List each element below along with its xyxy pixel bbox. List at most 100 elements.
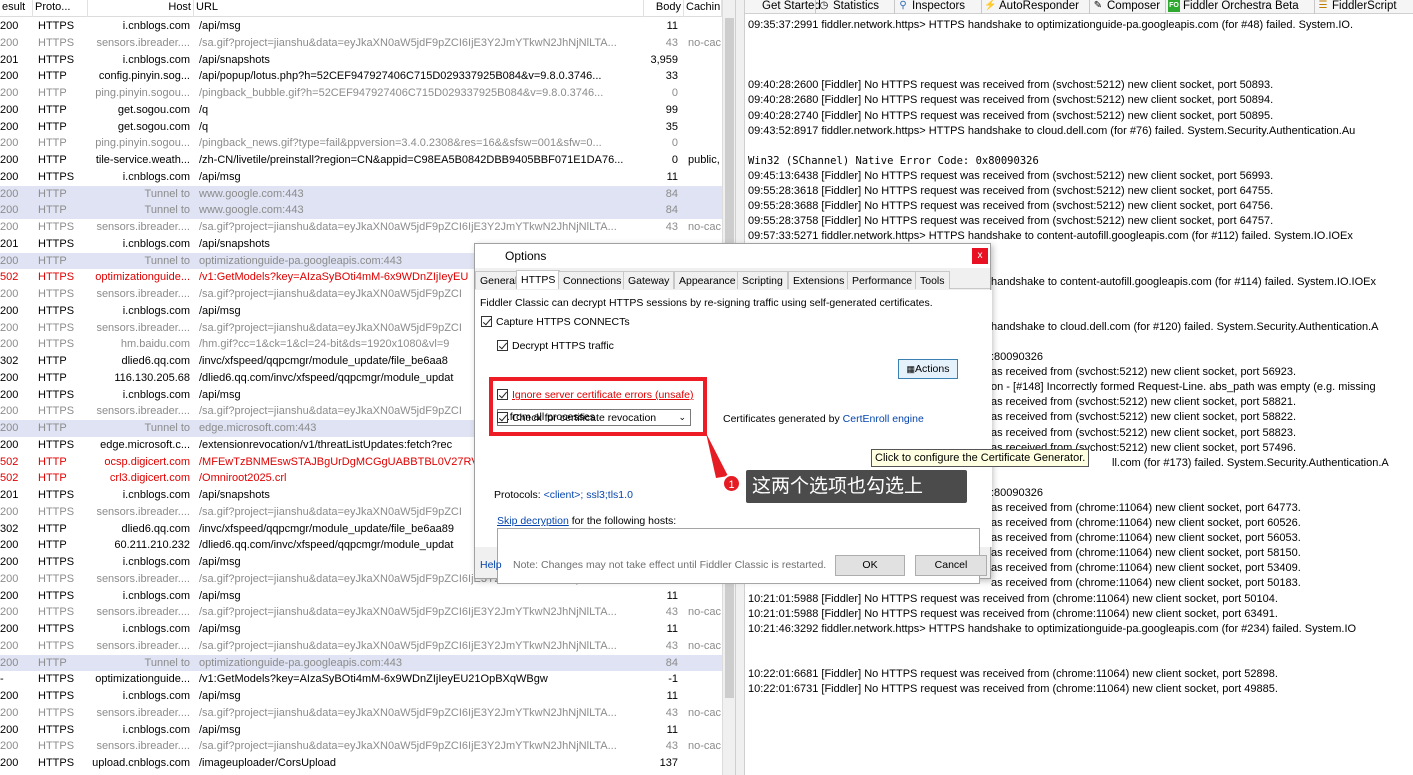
tab-gateway[interactable]: Gateway [623,271,675,289]
tab-scripting[interactable]: Scripting [737,271,788,289]
tab-inspectors[interactable]: ⚲ Inspectors [894,0,965,14]
table-row[interactable]: 200 HTTPS sensors.ibreader.... /sa.gif?proj… [0,705,722,722]
url-cell: /api/msg [199,723,241,736]
protocol-cell: HTTP [38,187,67,200]
tab-tools[interactable]: Tools [915,271,950,289]
tab-connections[interactable]: Connections [558,271,627,289]
body-cell: 43 [665,221,678,233]
decrypt-https-checkbox[interactable]: Decrypt HTTPS traffic [497,340,614,353]
protocol-cell: HTTPS [38,489,75,501]
certenroll-link[interactable]: CertEnroll engine [843,413,924,425]
protocols-link[interactable]: <client>; ssl3;tls1.0 [544,489,633,501]
host-cell: optimizationguide... [95,673,190,686]
tab-extensions[interactable]: Extensions [788,271,850,289]
help-link[interactable]: Help [480,559,502,571]
log-line: 09:55:28:3758 [Fiddler] No HTTPS request… [748,215,1274,228]
table-row[interactable]: - HTTPS optimizationguide... /v1:GetModels?… [0,671,722,688]
table-row[interactable]: 200 HTTP get.sogou.com/q 35 [0,119,722,136]
host-cell: sensors.ibreader.... [96,639,190,652]
host-cell: Tunnel to [144,656,190,669]
table-row[interactable]: 200 HTTPS sensors.ibreader.... /sa.gif?proj… [0,219,722,236]
protocol-cell: HTTP [38,204,67,217]
table-row[interactable]: 200 HTTP ping.pinyin.sogou... /pingback_new… [0,135,722,152]
column-caching[interactable]: Cachin [684,0,722,17]
protocol-cell: HTTP [38,254,67,267]
table-row[interactable]: 200 HTTP ping.pinyin.sogou... /pingback_bub… [0,85,722,102]
caching-cell: no-cac [688,221,722,233]
table-row[interactable]: 200 HTTP Tunnel to optimizationguide-pa.goo… [0,654,722,672]
url-cell: www.google.com:443 [199,204,304,217]
host-cell: edge.microsoft.c... [100,438,190,451]
table-row[interactable]: 200 HTTPS i.cnblogs.com/api/msg 11 [0,588,722,605]
host-cell: optimizationguide... [95,271,190,284]
table-row[interactable]: 200 HTTP tile-service.weath... /zh-CN/livet… [0,152,722,169]
result-cell: 201 [0,489,19,501]
table-row[interactable]: 200 HTTPS sensors.ibreader.... /sa.gif?proj… [0,738,722,755]
protocol-cell: HTTPS [38,505,75,518]
capture-https-checkbox[interactable]: Capture HTTPS CONNECTs [481,316,630,329]
cancel-button[interactable]: Cancel [915,555,987,576]
dialog-titlebar[interactable]: Options x [475,244,990,268]
table-row[interactable]: 200 HTTP Tunnel to www.google.com:443 84 [0,185,722,203]
table-row[interactable]: 200 HTTPS i.cnblogs.com/api/msg 11 [0,688,722,705]
dialog-footer: Help Note: Changes may not take effect u… [475,547,992,580]
protocol-cell: HTTP [38,120,67,133]
tab-fiddlerscript[interactable]: ☰ FiddlerScript [1314,0,1397,14]
checkbox-checked[interactable] [481,316,492,327]
table-row[interactable]: 200 HTTP config.pinyin.sog... /api/popup/lo… [0,68,722,85]
tab-label: Inspectors [912,0,966,12]
body-cell: 11 [666,623,678,635]
tab-https[interactable]: HTTPS [516,270,561,289]
table-row[interactable]: 200 HTTPS sensors.ibreader.... /sa.gif?proj… [0,35,722,52]
skip-suffix: for the following hosts: [568,515,677,527]
body-cell: 43 [665,706,678,719]
actions-button[interactable]: ▦Actions [898,359,958,379]
table-row[interactable]: 200 HTTP Tunnel to www.google.com:443 84 [0,202,722,219]
result-cell: 200 [0,656,19,669]
column-result[interactable]: esult [0,0,33,17]
tab-label: Composer [1107,0,1161,12]
table-row[interactable]: 200 HTTPS i.cnblogs.com/api/msg 11 [0,18,722,35]
checkbox-checked[interactable] [497,340,508,351]
column-protocol[interactable]: Proto... [33,0,88,17]
result-cell: 200 [0,405,19,418]
table-row[interactable]: 200 HTTPS i.cnblogs.com/api/msg 11 [0,621,722,638]
table-row[interactable]: 201 HTTPS i.cnblogs.com/api/snapshots 3,959 [0,52,722,69]
dialog-tabs: General HTTPS Connections Gateway Appear… [475,270,990,289]
host-cell: i.cnblogs.com [122,690,190,702]
ok-button[interactable]: OK [835,555,905,576]
tab-appearance[interactable]: Appearance [674,271,741,289]
result-cell: 200 [0,154,19,166]
host-cell: sensors.ibreader.... [96,572,190,585]
highlight-box [489,377,707,436]
column-url[interactable]: URL [194,0,644,17]
table-row[interactable]: 200 HTTPS i.cnblogs.com/api/msg 11 [0,169,722,186]
column-host[interactable]: Host [88,0,194,17]
table-row[interactable]: 200 HTTPS sensors.ibreader.... /sa.gif?proj… [0,604,722,621]
skip-decryption-link[interactable]: Skip decryption [497,515,569,527]
url-cell: /sa.gif?project=jianshu&data=eyJkaXN0aW5… [199,639,617,652]
tab-performance[interactable]: Performance [847,271,918,289]
host-cell: i.cnblogs.com [122,489,190,501]
table-row[interactable]: 200 HTTP get.sogou.com/q 99 [0,102,722,119]
tab-fiddler-orchestra[interactable]: FO Fiddler Orchestra Beta [1165,0,1299,14]
protocol-cell: HTTPS [38,690,75,702]
protocol-cell: HTTP [38,539,67,552]
tab-autoresponder[interactable]: ⚡ AutoResponder [981,0,1079,14]
result-cell: 200 [0,321,19,334]
close-icon[interactable]: x [972,248,988,264]
tab-composer[interactable]: ✎ Composer [1089,0,1160,14]
tab-statistics[interactable]: ◷ Statistics [815,0,879,14]
lightning-icon: ⚡ [984,0,997,11]
table-row[interactable]: 200 HTTPS i.cnblogs.com/api/msg 11 [0,722,722,739]
caching-cell: no-cac [688,639,722,652]
result-cell: 200 [0,589,19,602]
body-cell: 11 [666,690,678,702]
column-body[interactable]: Body [644,0,684,17]
tab-get-started[interactable]: Get Started [745,0,821,14]
table-row[interactable]: 200 HTTPS sensors.ibreader.... /sa.gif?proj… [0,638,722,655]
table-row[interactable]: 200 HTTPS upload.cnblogs.com/imageuploader… [0,755,722,772]
